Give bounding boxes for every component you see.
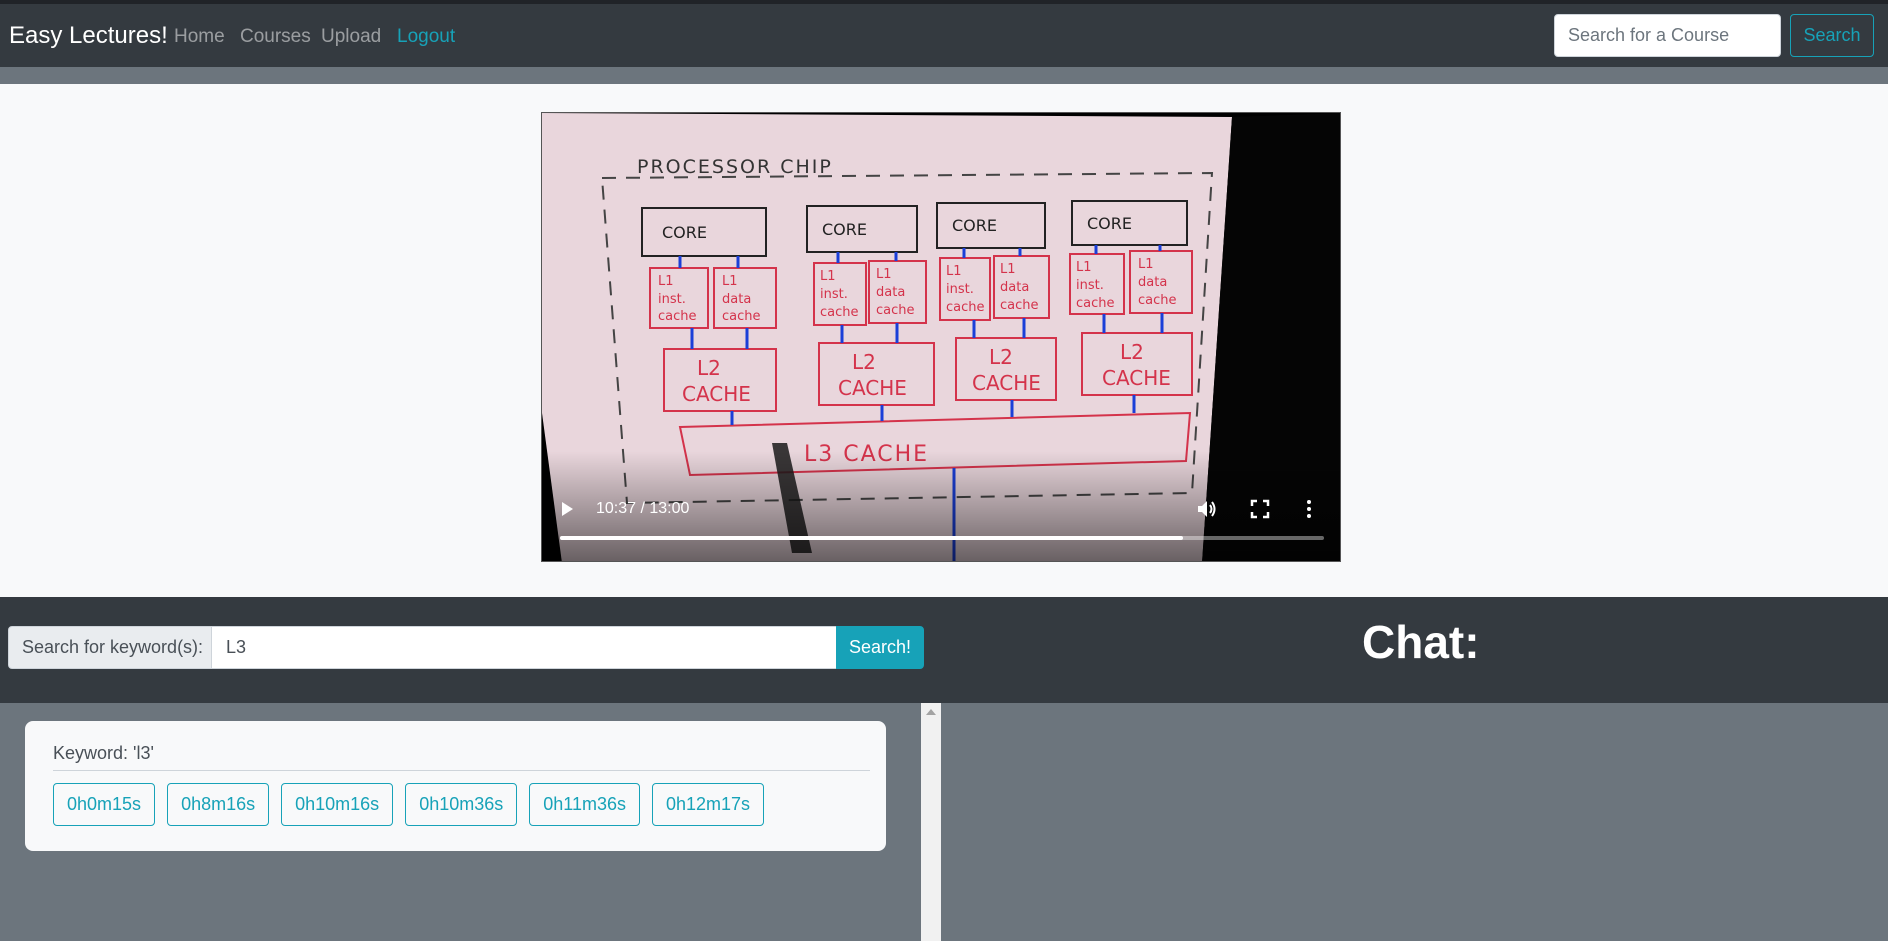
frame-l1-inst-label: L1 xyxy=(1076,260,1092,275)
frame-l1-data-label: cache xyxy=(1138,293,1177,308)
nav-home[interactable]: Home xyxy=(174,26,225,48)
timestamp-button[interactable]: 0h10m36s xyxy=(405,783,518,826)
frame-l1-data-label: cache xyxy=(1000,298,1039,313)
frame-l1-inst-label: L1 xyxy=(658,274,674,289)
frame-l2-label: L2 xyxy=(1120,340,1144,364)
frame-l2-label: CACHE xyxy=(838,376,907,400)
frame-l1-inst-label: L1 xyxy=(946,264,962,279)
video-progress-bar[interactable] xyxy=(560,536,1324,540)
frame-l2-label: CACHE xyxy=(682,382,751,406)
frame-l1-data-label: data xyxy=(1138,275,1167,290)
frame-core-label: CORE xyxy=(952,216,997,235)
results-scrollbar[interactable] xyxy=(921,703,941,941)
timestamp-button[interactable]: 0h12m17s xyxy=(651,783,765,826)
timestamp-button[interactable]: 0h10m16s xyxy=(281,783,394,826)
time-display: 10:37 / 13:00 xyxy=(596,500,690,517)
frame-l1-data-label: data xyxy=(722,292,751,307)
video-progress-fill xyxy=(560,536,1183,540)
keyword-search-label: Search for keyword(s): xyxy=(8,626,212,669)
frame-l1-inst-label: cache xyxy=(946,300,985,315)
frame-l1-inst-label: inst. xyxy=(658,292,686,307)
frame-l1-data-label: data xyxy=(1000,280,1029,295)
frame-l1-inst-label: L1 xyxy=(820,269,836,284)
frame-l2-label: CACHE xyxy=(972,371,1041,395)
video-player[interactable]: PROCESSOR CHIP CORE CORE CORE CORE L1 in… xyxy=(541,112,1341,562)
keyword-search-input[interactable] xyxy=(211,626,837,669)
frame-l1-data-label: L1 xyxy=(1138,257,1154,272)
navbar: Easy Lectures! Home Courses Upload Logou… xyxy=(0,4,1888,67)
frame-l1-inst-label: inst. xyxy=(820,287,848,302)
frame-core-label: CORE xyxy=(1087,214,1132,233)
frame-l1-inst-label: inst. xyxy=(946,282,974,297)
frame-l2-label: L2 xyxy=(989,345,1013,369)
timestamp-button[interactable]: 0h0m15s xyxy=(53,783,156,826)
play-icon[interactable] xyxy=(562,502,573,516)
nav-logout[interactable]: Logout xyxy=(397,26,455,48)
frame-l2-label: L2 xyxy=(697,356,721,380)
volume-icon[interactable] xyxy=(1196,499,1218,519)
frame-l1-inst-label: inst. xyxy=(1076,278,1104,293)
nav-upload[interactable]: Upload xyxy=(321,26,381,48)
video-section: PROCESSOR CHIP CORE CORE CORE CORE L1 in… xyxy=(0,84,1888,597)
frame-l1-inst-label: cache xyxy=(658,309,697,324)
scroll-up-icon[interactable] xyxy=(926,709,936,715)
frame-l1-data-label: cache xyxy=(876,303,915,318)
keyword-search-button[interactable]: Search! xyxy=(836,626,924,669)
frame-core-label: CORE xyxy=(822,220,867,239)
frame-l2-label: L2 xyxy=(852,350,876,374)
frame-l1-data-label: L1 xyxy=(722,274,738,289)
chat-title: Chat: xyxy=(1362,616,1480,668)
timestamp-list: 0h0m15s 0h8m16s 0h10m16s 0h10m36s 0h11m3… xyxy=(53,783,765,826)
frame-l2-label: CACHE xyxy=(1102,366,1171,390)
search-chat-bar: Search for keyword(s): Search! Chat: xyxy=(0,597,1888,703)
fullscreen-icon[interactable] xyxy=(1250,499,1270,519)
frame-core-label: CORE xyxy=(662,223,707,242)
frame-l1-inst-label: cache xyxy=(1076,296,1115,311)
frame-title: PROCESSOR CHIP xyxy=(637,156,833,178)
brand-logo[interactable]: Easy Lectures! xyxy=(9,22,168,50)
lower-area: Keyword: 'l3' 0h0m15s 0h8m16s 0h10m16s 0… xyxy=(0,703,1888,941)
divider xyxy=(53,770,870,771)
frame-l1-data-label: L1 xyxy=(1000,262,1016,277)
timestamp-button[interactable]: 0h11m36s xyxy=(529,783,640,826)
frame-l1-data-label: data xyxy=(876,285,905,300)
timestamp-button[interactable]: 0h8m16s xyxy=(167,783,270,826)
frame-l1-inst-label: cache xyxy=(820,305,859,320)
more-options-icon[interactable] xyxy=(1304,499,1314,519)
frame-l1-data-label: cache xyxy=(722,309,761,324)
keyword-result-title: Keyword: 'l3' xyxy=(53,743,154,763)
course-search-button[interactable]: Search xyxy=(1790,14,1874,57)
nav-courses[interactable]: Courses xyxy=(240,26,311,48)
course-search-input[interactable] xyxy=(1554,14,1781,57)
separator xyxy=(0,67,1888,84)
keyword-result-card: Keyword: 'l3' 0h0m15s 0h8m16s 0h10m16s 0… xyxy=(25,721,886,851)
frame-l1-data-label: L1 xyxy=(876,267,892,282)
